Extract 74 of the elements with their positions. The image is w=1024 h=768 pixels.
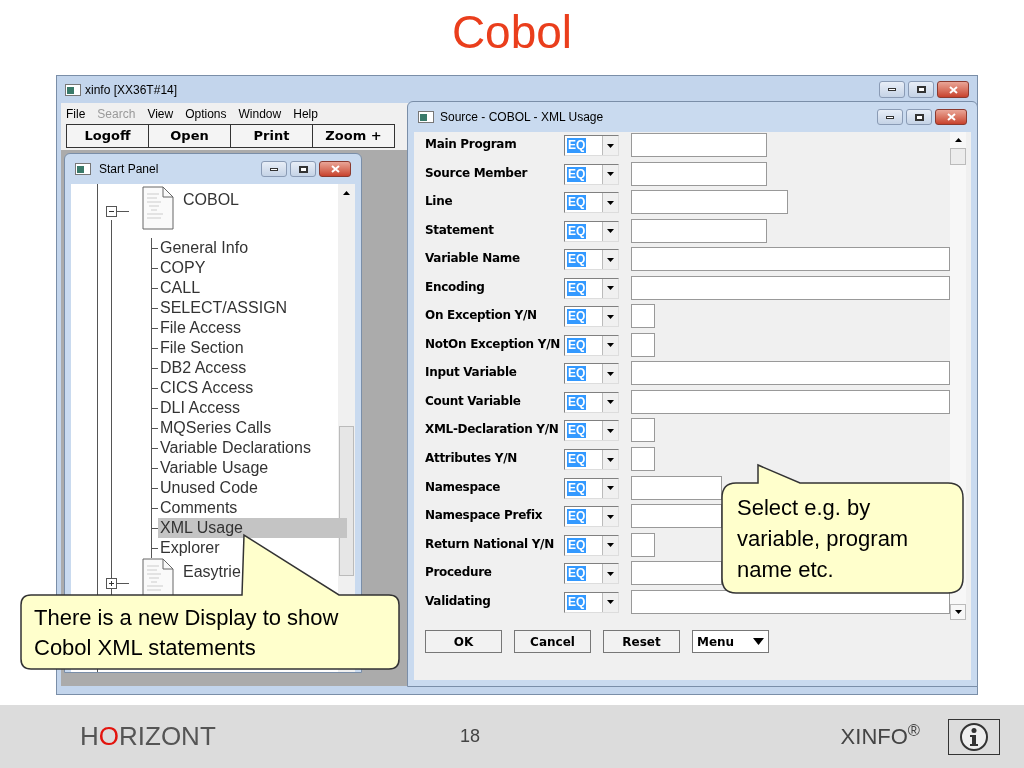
operator-value: EQ xyxy=(567,423,587,439)
field-label: Procedure xyxy=(425,564,493,581)
operator-value: EQ xyxy=(567,480,587,496)
tree-item[interactable]: File Access xyxy=(158,318,347,338)
tree-item[interactable]: General Info xyxy=(158,238,347,258)
field-label: Line xyxy=(425,193,454,210)
operator-value: EQ xyxy=(567,337,587,353)
tree-item[interactable]: Variable Usage xyxy=(158,458,347,478)
window-title: Source - COBOL - XML Usage xyxy=(440,109,604,126)
toolbar-button[interactable]: Open xyxy=(148,124,231,148)
field-label: Attributes Y/N xyxy=(425,450,519,466)
toolbar-button[interactable]: Logoff xyxy=(66,124,149,148)
callout-text: There is a new Display to show Cobol XML statements xyxy=(34,604,340,662)
operator-value: EQ xyxy=(567,452,587,467)
field-label: Return National Y/N xyxy=(425,535,555,552)
menu-item[interactable]: File xyxy=(66,104,86,123)
field-label: Source Member xyxy=(425,164,529,181)
operator-value: EQ xyxy=(567,252,587,268)
field-label: Input Variable xyxy=(425,364,518,381)
field-label: XML-Declaration Y/N xyxy=(425,421,560,438)
dialog-button[interactable]: Reset xyxy=(603,630,680,654)
field-label: Namespace xyxy=(425,478,502,495)
operator-value: EQ xyxy=(567,509,587,525)
tree-item[interactable]: DB2 Access xyxy=(158,358,347,378)
tree-node-label[interactable]: COBOL xyxy=(183,190,239,210)
operator-value: EQ xyxy=(567,366,587,382)
product-name: XINFO$^{®}$ xyxy=(840,720,920,751)
company-logo: HORIZONT xyxy=(80,720,217,753)
operator-value: EQ xyxy=(567,138,587,153)
callout-text: Select e.g. by variable, program name etc. xyxy=(737,494,910,584)
tree-item[interactable]: CICS Access xyxy=(158,378,347,398)
tree-item[interactable]: MQSeries Calls xyxy=(158,418,347,438)
field-label: Encoding xyxy=(425,278,486,295)
menu-item[interactable]: Help xyxy=(293,104,318,123)
menu-item[interactable]: View xyxy=(147,104,174,123)
tree-item[interactable]: DLI Access xyxy=(158,398,347,418)
field-label: On Exception Y/N xyxy=(425,307,538,324)
operator-value: EQ xyxy=(567,394,587,410)
tree-item[interactable]: Explorer xyxy=(158,538,347,558)
menu-dropdown-button[interactable]: Menu xyxy=(692,630,769,654)
field-label: Main Program xyxy=(425,136,518,152)
tree-item[interactable]: SELECT/ASSIGN xyxy=(158,298,347,318)
operator-value: EQ xyxy=(567,537,587,553)
page-number: 18 xyxy=(460,725,481,748)
tree-node-label[interactable]: Easytrie xyxy=(183,562,241,582)
operator-value: EQ xyxy=(567,166,587,182)
tree-item[interactable]: COPY xyxy=(158,258,347,278)
toolbar-button[interactable]: Print xyxy=(230,124,313,148)
operator-value: EQ xyxy=(567,223,587,239)
field-label: Count Variable xyxy=(425,392,522,409)
operator-value: EQ xyxy=(567,280,587,296)
operator-value: EQ xyxy=(567,195,587,211)
window-title: xinfo [XX36T#14] xyxy=(85,81,178,99)
field-label: NotOn Exception Y/N xyxy=(425,335,561,352)
tree-item[interactable]: Unused Code xyxy=(158,478,347,498)
field-label: Variable Name xyxy=(425,250,521,267)
tree-item[interactable]: XML Usage xyxy=(158,518,347,538)
menu-item[interactable]: Window xyxy=(238,104,282,123)
menu-item[interactable]: Options xyxy=(185,104,227,123)
field-label: Namespace Prefix xyxy=(425,507,544,524)
field-label: Validating xyxy=(425,592,492,609)
tree-item[interactable]: Variable Declarations xyxy=(158,438,347,458)
toolbar-button[interactable]: Zoom + xyxy=(312,124,395,148)
tree-item[interactable]: Comments xyxy=(158,498,347,518)
field-label: Statement xyxy=(425,221,495,238)
operator-value: EQ xyxy=(567,309,587,325)
window-title: Start Panel xyxy=(99,161,159,178)
slide-title: Cobol xyxy=(451,8,573,55)
operator-value: EQ xyxy=(567,566,587,582)
dialog-button[interactable]: OK xyxy=(425,630,502,654)
tree-item[interactable]: CALL xyxy=(158,278,347,298)
operator-value: EQ xyxy=(567,594,587,610)
dialog-button[interactable]: Cancel xyxy=(514,630,591,654)
tree-item[interactable]: File Section xyxy=(158,338,347,358)
